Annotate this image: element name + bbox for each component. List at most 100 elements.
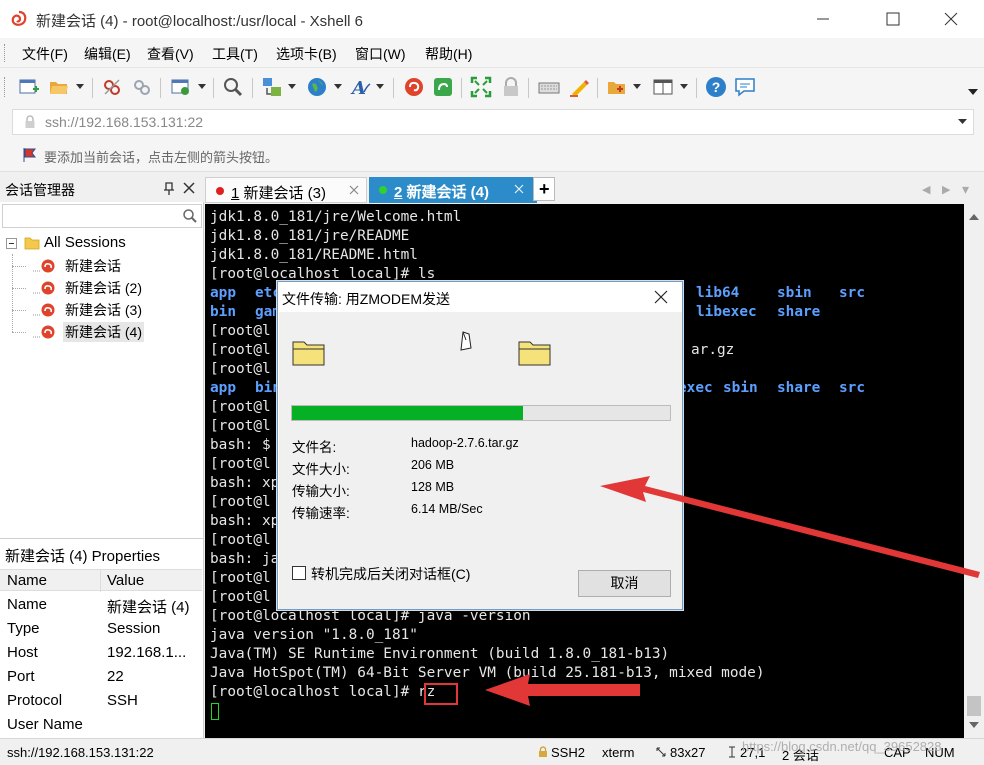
folder-dropdown-icon[interactable] (633, 84, 641, 90)
status-terminal-type: xterm (602, 745, 635, 760)
lock-button[interactable] (500, 76, 522, 98)
tree-collapse-toggle[interactable] (6, 238, 17, 249)
toolbar-separator (213, 78, 214, 98)
session-search-input[interactable] (2, 204, 202, 228)
transfer-dropdown-icon[interactable] (288, 84, 296, 90)
transfer-button[interactable] (261, 76, 283, 98)
close-icon[interactable] (348, 184, 360, 196)
zmodem-transfer-dialog: 文件传输: 用ZMODEM发送 文件名: hadoop-2.7.6.tar.gz… (277, 281, 683, 610)
session-item-1[interactable]: 新建会话 (12, 256, 202, 276)
keyboard-button[interactable] (538, 76, 560, 98)
xftp-button[interactable] (432, 76, 454, 98)
maximize-icon (886, 12, 900, 26)
chat-bubble-icon (735, 78, 755, 97)
fullscreen-button[interactable] (470, 76, 492, 98)
ls-entry: share (777, 380, 821, 396)
menu-edit[interactable]: 编辑(E) (84, 44, 131, 64)
property-value: 22 (107, 668, 124, 685)
close-on-finish-label[interactable]: 转机完成后关闭对话框(C) (311, 564, 470, 584)
property-row[interactable]: Name 新建会话 (4) (0, 593, 202, 617)
property-row[interactable]: User Name (0, 713, 202, 737)
properties-col-name[interactable]: Name (7, 572, 47, 589)
scroll-thumb[interactable] (967, 696, 981, 716)
tab-list-dropdown-icon[interactable]: ▾ (962, 181, 969, 198)
session-icon (33, 325, 55, 339)
find-button[interactable] (222, 76, 244, 98)
new-session-button[interactable] (18, 76, 40, 98)
pin-icon[interactable] (162, 182, 176, 196)
menu-file[interactable]: 文件(F) (22, 44, 68, 64)
layout-button[interactable] (652, 76, 674, 98)
globe-button[interactable] (306, 76, 328, 98)
close-icon[interactable] (654, 290, 668, 304)
menu-help[interactable]: 帮助(H) (425, 44, 472, 64)
reconnect-button[interactable] (131, 76, 153, 98)
tab-status-dot (216, 187, 224, 195)
hint-bar: 要添加当前会话，点击左侧的箭头按钮。 (0, 138, 984, 172)
tab-scroll-left-icon[interactable]: ◀ (922, 183, 930, 196)
tab-session-3[interactable]: 1 新建会话 (3) (205, 177, 367, 203)
property-row[interactable]: Host 192.168.1... (0, 641, 202, 665)
session-item-2[interactable]: 新建会话 (2) (12, 278, 202, 298)
terminal-line: [root@l (210, 532, 271, 548)
new-folder-button[interactable] (606, 76, 628, 98)
font-button[interactable]: A (350, 76, 372, 99)
menu-view[interactable]: 查看(V) (147, 44, 194, 64)
maximize-button[interactable] (870, 0, 916, 38)
close-on-finish-checkbox[interactable] (292, 566, 306, 580)
close-window-button[interactable] (928, 0, 974, 38)
menu-tabs[interactable]: 选项卡(B) (276, 44, 337, 64)
address-dropdown-icon[interactable] (958, 119, 967, 125)
xshell-button[interactable] (403, 76, 425, 98)
add-session-arrow-icon[interactable] (22, 147, 38, 163)
cancel-button[interactable]: 取消 (578, 570, 671, 597)
help-button[interactable]: ? (705, 76, 727, 98)
tab-bar: 1 新建会话 (3) 2 新建会话 (4) + ◀ ▶ ▾ (205, 176, 984, 204)
plus-label: + (539, 179, 550, 199)
menu-tools[interactable]: 工具(T) (212, 44, 258, 64)
session-item-label: 新建会话 (3) (65, 302, 142, 318)
properties-button[interactable] (170, 76, 192, 98)
menu-window[interactable]: 窗口(W) (355, 44, 406, 64)
toolbar-separator (696, 78, 697, 98)
address-lock-icon (25, 115, 35, 128)
scroll-down-icon[interactable] (969, 722, 979, 728)
terminal-line: java version "1.8.0_181" (210, 627, 418, 643)
field-value: hadoop-2.7.6.tar.gz (411, 436, 519, 450)
globe-dropdown-icon[interactable] (334, 84, 342, 90)
tab-scroll-right-icon[interactable]: ▶ (942, 183, 950, 196)
font-dropdown-icon[interactable] (376, 84, 384, 90)
property-row[interactable]: Protocol SSH (0, 689, 202, 713)
tab-session-4[interactable]: 2 新建会话 (4) (369, 177, 537, 203)
session-item-4[interactable]: 新建会话 (4) (12, 322, 202, 342)
properties-dropdown-icon[interactable] (198, 84, 206, 90)
chat-button[interactable] (734, 76, 756, 98)
session-manager-title: 会话管理器 (5, 182, 75, 198)
disconnect-button[interactable] (101, 76, 123, 98)
transfer-paper-icon (460, 331, 472, 351)
cursor-position-icon (729, 746, 735, 758)
toolbar-overflow-icon[interactable] (968, 88, 978, 96)
open-dropdown-icon[interactable] (76, 84, 84, 90)
session-item-3[interactable]: 新建会话 (3) (12, 300, 202, 320)
scroll-up-icon[interactable] (969, 214, 979, 220)
session-item-label: 新建会话 (2) (65, 280, 142, 296)
ls-entry: src (839, 380, 865, 396)
close-icon[interactable] (183, 182, 195, 194)
minimize-button[interactable] (800, 0, 846, 38)
open-session-button[interactable] (48, 76, 70, 98)
xftp-icon (434, 78, 452, 96)
property-row[interactable]: Port 22 (0, 665, 202, 689)
layout-dropdown-icon[interactable] (680, 84, 688, 90)
highlight-button[interactable] (568, 76, 590, 98)
tree-root-label: All Sessions (44, 234, 126, 251)
add-tab-button[interactable]: + (533, 177, 555, 201)
tab-status-dot (379, 186, 387, 194)
property-row[interactable]: Type Session (0, 617, 202, 641)
properties-col-value[interactable]: Value (107, 572, 144, 589)
column-divider[interactable] (100, 570, 101, 592)
close-icon[interactable] (513, 183, 525, 195)
address-input[interactable]: ssh://192.168.153.131:22 (12, 109, 974, 135)
toolbar-separator (92, 78, 93, 98)
terminal-scrollbar[interactable] (964, 204, 984, 738)
